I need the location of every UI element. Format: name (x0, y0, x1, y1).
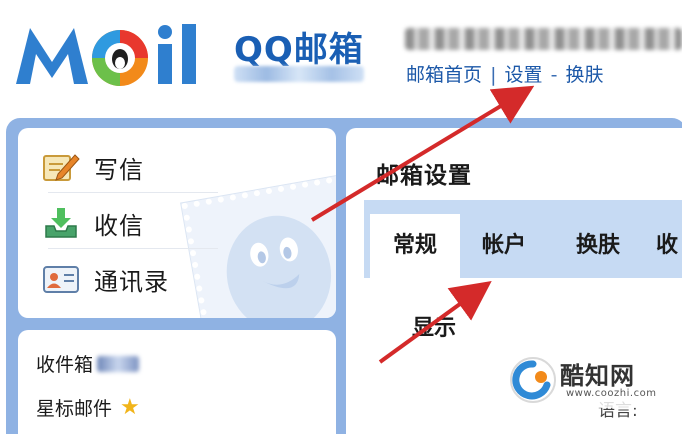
tab-receive-truncated[interactable]: 收 (646, 214, 682, 278)
watermark-url: www.coozhi.com (566, 388, 657, 399)
sidebar-item-label: 收信 (94, 211, 144, 240)
sidebar-item-compose[interactable]: 写信 (42, 142, 212, 192)
inbox-download-icon (42, 206, 80, 240)
tab-skin[interactable]: 换肤 (558, 214, 638, 278)
contacts-card-icon (42, 262, 80, 296)
top-links: 邮箱首页 | 设置 - 换肤 (406, 60, 604, 87)
settings-link[interactable]: 设置 (505, 60, 543, 87)
tab-general[interactable]: 常规 (370, 214, 460, 278)
folder-inbox[interactable]: 收件箱 (36, 350, 140, 377)
mailbox-home-link[interactable]: 邮箱首页 (406, 60, 482, 87)
nav-divider (48, 248, 218, 249)
change-skin-link[interactable]: 换肤 (565, 60, 603, 87)
sidebar-item-receive[interactable]: 收信 (42, 198, 212, 248)
tab-account[interactable]: 帐户 (464, 214, 544, 278)
star-icon: ★ (120, 395, 140, 420)
folder-label: 星标邮件 (36, 398, 113, 420)
folder-label: 收件箱 (36, 354, 94, 376)
write-icon (42, 150, 80, 184)
blurred-account-domain (234, 66, 364, 82)
blurred-unread-count (97, 355, 140, 372)
sidebar-item-label: 写信 (94, 155, 144, 184)
blurred-user-address (405, 28, 682, 50)
mail-logo-icon (16, 24, 196, 86)
sidebar-item-contacts[interactable]: 通讯录 (42, 254, 212, 304)
section-heading-display: 显示 (412, 316, 457, 341)
watermark-logo-icon (508, 355, 558, 405)
nav-divider (48, 192, 218, 193)
sidebar-nav-card: 写信 收信 通讯录 (18, 128, 336, 318)
folder-starred[interactable]: 星标邮件 ★ (36, 394, 140, 421)
qq-mail-logo[interactable]: QQ邮箱 (12, 18, 382, 96)
logo-brand-text: QQ邮箱 (234, 30, 364, 70)
sidebar-item-label: 通讯录 (94, 267, 169, 296)
page-title: 邮箱设置 (376, 163, 472, 189)
watermark-title: 酷知网 (560, 362, 635, 390)
link-separator: | (490, 64, 497, 86)
link-separator: - (550, 64, 558, 86)
